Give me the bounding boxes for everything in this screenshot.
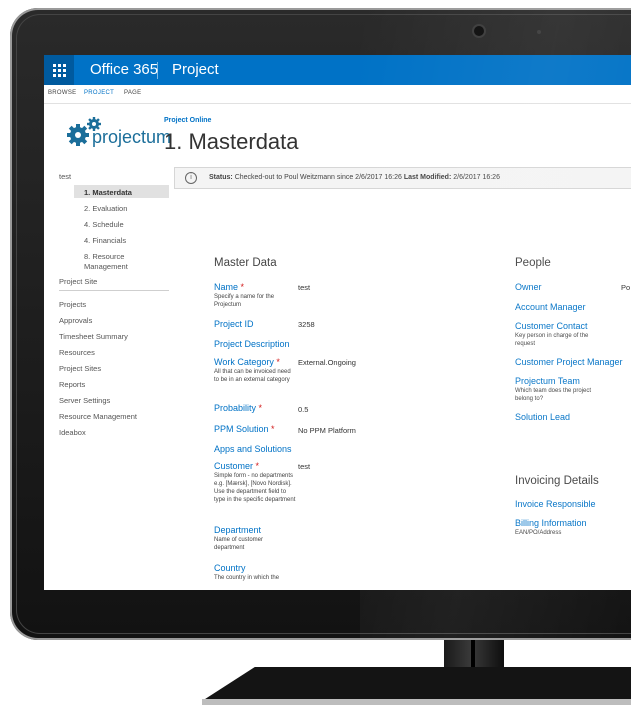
field-label-billing-information: Billing Information xyxy=(515,518,587,528)
field-label-invoice-responsible: Invoice Responsible xyxy=(515,499,596,509)
field-value-owner[interactable]: Po xyxy=(621,283,630,292)
last-modified-value: 2/6/2017 16:26 xyxy=(453,174,500,181)
field-hint-projectum-team: Which team does the project belong to? xyxy=(515,388,592,402)
field-hint-work-category: All that can be invoiced need to be in a… xyxy=(214,369,291,383)
suite-bar: Office 365 Project xyxy=(44,55,631,85)
field-hint-customer: Simple form - no departments e.g. [Mærsk… xyxy=(214,473,296,503)
field-hint-country: The country in which the xyxy=(214,575,280,581)
nav-link-reports[interactable]: Reports xyxy=(59,380,85,389)
nav-item-evaluation[interactable]: 2. Evaluation xyxy=(84,204,127,213)
logo-text[interactable]: projectum xyxy=(92,127,171,148)
field-hint-billing-information: EAN/PO/Address xyxy=(515,530,562,536)
field-label-customer-contact: Customer Contact xyxy=(515,321,588,331)
suite-brand[interactable]: Office 365 xyxy=(90,61,158,78)
nav-link-resource-management[interactable]: Resource Management xyxy=(59,412,137,421)
field-label-projectum-team: Projectum Team xyxy=(515,376,580,386)
status-label: Status: xyxy=(209,174,233,181)
page-title: 1. Masterdata xyxy=(164,129,299,154)
field-label-department: Department xyxy=(214,525,262,535)
ribbon-tabs: BROWSE PROJECT PAGE xyxy=(44,85,631,104)
field-label-customer: Customer * xyxy=(214,461,260,471)
section-title-master-data: Master Data xyxy=(214,257,277,269)
sensor-dot xyxy=(537,30,541,34)
section-title-invoicing-details: Invoicing Details xyxy=(515,475,599,487)
field-hint-department: Name of customer department xyxy=(214,537,264,551)
nav-link-server-settings[interactable]: Server Settings xyxy=(59,396,110,405)
nav-link-ideabox[interactable]: Ideabox xyxy=(59,428,86,437)
field-label-account-manager: Account Manager xyxy=(515,302,586,312)
field-value-name[interactable]: test xyxy=(298,283,310,292)
nav-item-schedule[interactable]: 4. Schedule xyxy=(84,220,124,229)
stand-slot xyxy=(471,640,475,668)
nav-item-masterdata[interactable]: 1. Masterdata xyxy=(84,188,132,197)
field-label-apps-solutions[interactable]: Apps and Solutions xyxy=(214,444,292,454)
field-label-project-description[interactable]: Project Description xyxy=(214,339,290,349)
status-message: Status: Checked-out to Poul Weitzmann si… xyxy=(209,174,500,181)
nav-project-site[interactable]: Project Site xyxy=(59,277,97,286)
last-modified-label: Last Modified: xyxy=(403,174,452,181)
field-value-work-category[interactable]: External.Ongoing xyxy=(298,358,356,367)
nav-link-resources[interactable]: Resources xyxy=(59,348,95,357)
app-launcher-button[interactable] xyxy=(44,55,74,85)
nav-link-projects[interactable]: Projects xyxy=(59,300,86,309)
info-icon: i xyxy=(185,172,197,184)
nav-link-approvals[interactable]: Approvals xyxy=(59,316,92,325)
tab-project[interactable]: PROJECT xyxy=(84,90,114,96)
nav-link-timesheet-summary[interactable]: Timesheet Summary xyxy=(59,332,128,341)
field-label-probability: Probability * xyxy=(214,403,263,413)
monitor-stand-base xyxy=(202,667,631,701)
waffle-icon xyxy=(52,63,66,77)
field-label-solution-lead: Solution Lead xyxy=(515,412,571,422)
field-label-name: Name * xyxy=(214,282,245,292)
suite-separator xyxy=(157,62,158,79)
field-label-ppm-solution: PPM Solution * xyxy=(214,424,275,434)
tab-browse[interactable]: BROWSE xyxy=(48,90,76,96)
nav-link-project-sites[interactable]: Project Sites xyxy=(59,364,101,373)
field-value-ppm-solution[interactable]: No PPM Platform xyxy=(298,426,356,435)
field-hint-customer-contact: Key person in charge of the request xyxy=(515,333,589,347)
nav-item-financials[interactable]: 4. Financials xyxy=(84,236,126,245)
nav-project-name[interactable]: test xyxy=(59,172,71,181)
screen: Office 365 Project BROWSE PROJECT PAGE p… xyxy=(44,55,631,590)
field-hint-name: Specify a name for the Projectum xyxy=(214,294,275,308)
status-bar: i Status: Checked-out to Poul Weitzmann … xyxy=(174,167,631,189)
status-text: Checked-out to Poul Weitzmann since 2/6/… xyxy=(234,174,402,181)
field-value-probability[interactable]: 0.5 xyxy=(298,405,308,414)
field-label-owner: Owner xyxy=(515,282,542,292)
field-label-customer-project-manager: Customer Project Manager xyxy=(515,357,623,367)
field-label-work-category: Work Category * xyxy=(214,357,280,367)
field-value-project-id[interactable]: 3258 xyxy=(298,320,315,329)
camera-icon xyxy=(474,26,484,36)
field-value-customer[interactable]: test xyxy=(298,462,310,471)
nav-item-resource-management[interactable]: 8. Resource Management xyxy=(84,252,154,272)
section-title-people: People xyxy=(515,257,551,269)
stand-base-edge xyxy=(202,699,631,705)
app-name[interactable]: Project xyxy=(172,61,219,78)
nav-divider xyxy=(59,290,169,291)
field-label-project-id: Project ID xyxy=(214,319,254,329)
breadcrumb[interactable]: Project Online xyxy=(164,117,211,124)
field-label-country: Country xyxy=(214,563,246,573)
tab-page[interactable]: PAGE xyxy=(124,90,141,96)
